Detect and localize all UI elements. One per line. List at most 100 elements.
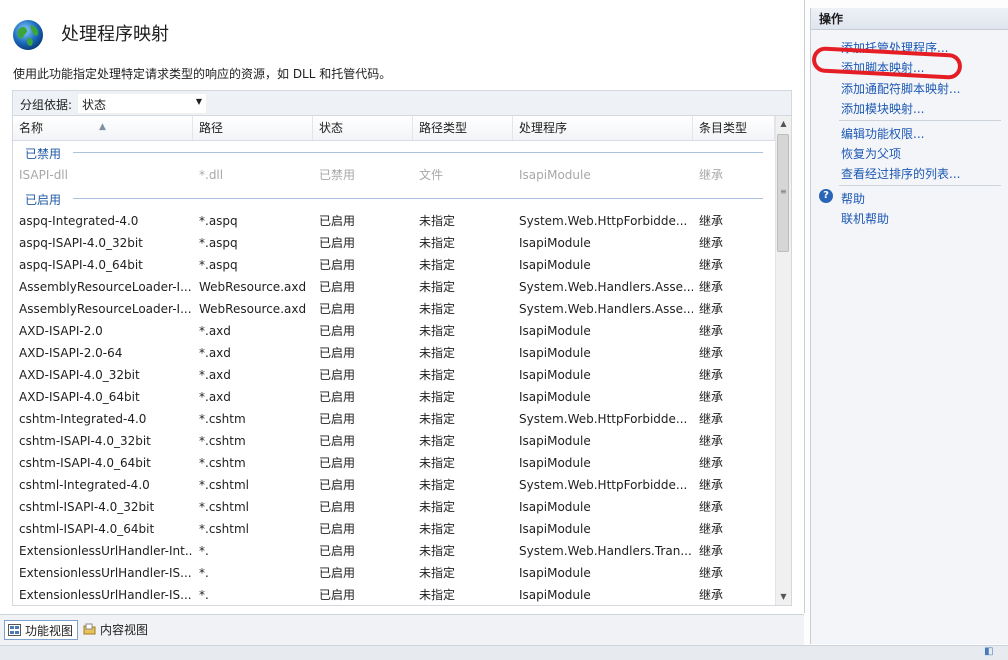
cell-name: cshtm-ISAPI-4.0_64bit <box>19 456 151 470</box>
table-row[interactable]: AssemblyResourceLoader-I... WebResource.a… <box>13 298 775 320</box>
tab-content-view[interactable]: 内容视图 <box>80 620 152 640</box>
vertical-scrollbar[interactable]: ▲ ≡ ▼ <box>775 116 791 605</box>
actions-separator <box>839 120 1001 121</box>
group-header[interactable]: 已启用 <box>13 186 775 210</box>
online-help-link[interactable]: 联机帮助 <box>841 210 889 227</box>
group-header[interactable]: 已禁用 <box>13 140 775 164</box>
help-icon[interactable]: ? <box>819 189 833 203</box>
help-link[interactable]: 帮助 <box>841 190 865 207</box>
cell-handler: System.Web.Handlers.Tran... <box>519 544 692 558</box>
scroll-thumb[interactable]: ≡ <box>777 134 789 252</box>
cell-entry-type: 继承 <box>699 522 724 536</box>
status-bar: ◧ <box>0 645 1008 660</box>
view-ordered-list-link[interactable]: 查看经过排序的列表... <box>841 165 960 182</box>
column-header-path-type[interactable]: 路径类型 <box>413 116 513 140</box>
cell-state: 已启用 <box>319 214 356 228</box>
column-header-name[interactable]: 名称 ▲ <box>13 116 193 140</box>
cell-name: cshtm-ISAPI-4.0_32bit <box>19 434 151 448</box>
table-row[interactable]: ExtensionlessUrlHandler-Int... *. 已启用 未指定 Sy… <box>13 540 775 562</box>
cell-name: cshtml-ISAPI-4.0_32bit <box>19 500 155 514</box>
dropdown-arrow-icon[interactable]: ▼ <box>196 97 202 106</box>
cell-handler: System.Web.Handlers.Asse... <box>519 302 693 316</box>
cell-path-type: 未指定 <box>419 302 456 316</box>
features-view-icon <box>8 624 21 636</box>
cell-path: *.cshtm <box>199 412 246 426</box>
table-row[interactable]: cshtml-ISAPI-4.0_64bit *.cshtml 已启用 未指定 Isap… <box>13 518 775 540</box>
cell-state: 已启用 <box>319 412 356 426</box>
column-header-path[interactable]: 路径 <box>193 116 313 140</box>
group-by-select[interactable]: 状态 ▼ <box>77 93 207 114</box>
group-divider <box>73 152 763 153</box>
table-row[interactable]: aspq-ISAPI-4.0_32bit *.aspq 已启用 未指定 IsapiMod… <box>13 232 775 254</box>
table-row[interactable]: cshtml-Integrated-4.0 *.cshtml 已启用 未指定 Syste… <box>13 474 775 496</box>
group-label: 已禁用 <box>25 147 62 161</box>
table-row[interactable]: AXD-ISAPI-2.0-64 *.axd 已启用 未指定 IsapiModule 继承 <box>13 342 775 364</box>
tab-features-view[interactable]: 功能视图 <box>4 620 79 640</box>
group-label: 已启用 <box>25 193 62 207</box>
cell-state: 已启用 <box>319 478 356 492</box>
cell-name: ExtensionlessUrlHandler-IS... <box>19 588 192 602</box>
handler-mappings-grid: 名称 ▲ 路径 状态 路径类型 处理程序 条目类型 已禁用 ISAPI-dll *.… <box>12 115 792 606</box>
cell-state: 已启用 <box>319 500 356 514</box>
cell-path-type: 未指定 <box>419 434 456 448</box>
cell-handler: IsapiModule <box>519 236 591 250</box>
revert-to-parent-link[interactable]: 恢复为父项 <box>841 145 901 162</box>
cell-handler: IsapiModule <box>519 346 591 360</box>
sort-ascending-icon: ▲ <box>99 122 106 132</box>
table-row[interactable]: AssemblyResourceLoader-I... WebResource.a… <box>13 276 775 298</box>
cell-path-type: 未指定 <box>419 258 456 272</box>
main-pane: 处理程序映射 使用此功能指定处理特定请求类型的响应的资源，如 DLL 和托管代码… <box>0 0 805 613</box>
table-row[interactable]: aspq-ISAPI-4.0_64bit *.aspq 已启用 未指定 IsapiMod… <box>13 254 775 276</box>
page-description: 使用此功能指定处理特定请求类型的响应的资源，如 DLL 和托管代码。 <box>13 67 392 81</box>
group-divider <box>73 198 763 199</box>
scroll-up-arrow-icon[interactable]: ▲ <box>776 116 791 132</box>
cell-path-type: 未指定 <box>419 478 456 492</box>
cell-state: 已启用 <box>319 280 356 294</box>
column-header-handler[interactable]: 处理程序 <box>513 116 693 140</box>
cell-path: WebResource.axd <box>199 302 307 316</box>
cell-path: *.axd <box>199 346 231 360</box>
cell-state: 已禁用 <box>319 168 356 182</box>
table-row[interactable]: ExtensionlessUrlHandler-IS... *. 已启用 未指定 Isa… <box>13 562 775 584</box>
cell-path-type: 未指定 <box>419 280 456 294</box>
cell-state: 已启用 <box>319 346 356 360</box>
add-wildcard-script-map-link[interactable]: 添加通配符脚本映射... <box>841 80 960 97</box>
table-row[interactable]: ISAPI-dll *.dll 已禁用 文件 IsapiModule 继承 <box>13 164 775 186</box>
scroll-down-arrow-icon[interactable]: ▼ <box>776 589 791 605</box>
table-row[interactable]: ExtensionlessUrlHandler-IS... *. 已启用 未指定 Isa… <box>13 584 775 605</box>
add-module-mapping-link[interactable]: 添加模块映射... <box>841 100 924 117</box>
table-row[interactable]: AXD-ISAPI-4.0_32bit *.axd 已启用 未指定 IsapiModul… <box>13 364 775 386</box>
cell-path-type: 未指定 <box>419 368 456 382</box>
cell-handler: IsapiModule <box>519 456 591 470</box>
cell-path: *.aspq <box>199 214 238 228</box>
cell-name: AXD-ISAPI-2.0 <box>19 324 103 338</box>
cell-state: 已启用 <box>319 258 356 272</box>
group-by-bar: 分组依据: 状态 ▼ <box>12 90 792 115</box>
cell-path-type: 未指定 <box>419 500 456 514</box>
table-row[interactable]: aspq-Integrated-4.0 *.aspq 已启用 未指定 System.We… <box>13 210 775 232</box>
scroll-grip-icon: ≡ <box>780 187 787 196</box>
table-row[interactable]: cshtm-Integrated-4.0 *.cshtm 已启用 未指定 System.… <box>13 408 775 430</box>
table-row[interactable]: AXD-ISAPI-4.0_64bit *.axd 已启用 未指定 IsapiModul… <box>13 386 775 408</box>
edit-feature-permissions-link[interactable]: 编辑功能权限... <box>841 125 924 142</box>
table-row[interactable]: cshtm-ISAPI-4.0_64bit *.cshtm 已启用 未指定 IsapiM… <box>13 452 775 474</box>
column-header-entry-type[interactable]: 条目类型 <box>693 116 775 140</box>
cell-handler: System.Web.HttpForbidde... <box>519 412 688 426</box>
cell-path: *.axd <box>199 324 231 338</box>
cell-name: ExtensionlessUrlHandler-IS... <box>19 566 192 580</box>
cell-path-type: 未指定 <box>419 324 456 338</box>
table-row[interactable]: cshtml-ISAPI-4.0_32bit *.cshtml 已启用 未指定 Isap… <box>13 496 775 518</box>
cell-handler: IsapiModule <box>519 522 591 536</box>
cell-name: aspq-ISAPI-4.0_64bit <box>19 258 143 272</box>
cell-entry-type: 继承 <box>699 214 724 228</box>
cell-path-type: 未指定 <box>419 588 456 602</box>
cell-state: 已启用 <box>319 302 356 316</box>
table-row[interactable]: AXD-ISAPI-2.0 *.axd 已启用 未指定 IsapiModule 继承 <box>13 320 775 342</box>
cell-name: aspq-Integrated-4.0 <box>19 214 139 228</box>
cell-path: *.aspq <box>199 258 238 272</box>
cell-path-type: 未指定 <box>419 236 456 250</box>
column-header-state[interactable]: 状态 <box>313 116 413 140</box>
cell-path-type: 未指定 <box>419 566 456 580</box>
table-row[interactable]: cshtm-ISAPI-4.0_32bit *.cshtm 已启用 未指定 IsapiM… <box>13 430 775 452</box>
cell-path: *.cshtm <box>199 434 246 448</box>
